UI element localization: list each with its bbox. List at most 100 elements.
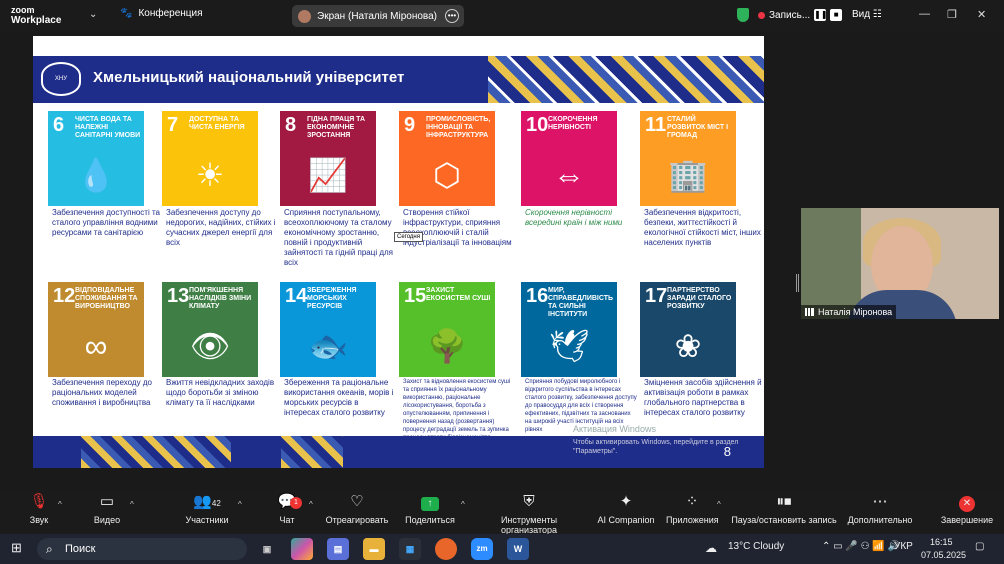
sdg-title: Чиста вода та належні санітарні умови xyxy=(75,116,141,139)
host-tools-button[interactable]: ⛨ Инструменты организатора xyxy=(472,490,586,535)
sdg-description-9: Створення стійкої інфраструктури, сприян… xyxy=(403,208,512,247)
sparkle-icon: ✦ xyxy=(619,493,633,510)
share-button[interactable]: ↑ Поделиться xyxy=(404,490,456,525)
react-button[interactable]: ♡ Отреагировать xyxy=(325,490,389,525)
apps-icon: ⁘ xyxy=(685,493,699,510)
sdg-number: 7 xyxy=(167,114,179,136)
sdg-tile-14: 14 Збереження морських ресурсів 🐟 xyxy=(280,282,376,377)
end-button[interactable]: ✕ Завершение xyxy=(940,490,994,525)
clock-time[interactable]: 16:15 xyxy=(930,537,953,547)
sdg-number: 12 xyxy=(53,285,76,307)
task-view-icon[interactable]: ▣ xyxy=(256,538,278,560)
pause-recording-button[interactable]: ❚❚ xyxy=(814,9,828,21)
chevron-up-icon[interactable]: ^ xyxy=(58,500,62,509)
participant-name-tag: Наталія Міронова xyxy=(801,305,897,319)
sdg-title: Сталий розвиток міст і громад xyxy=(667,116,729,139)
footer-pattern xyxy=(281,436,343,468)
people-icon: 👥42 xyxy=(193,493,221,510)
sdg-number: 17 xyxy=(645,285,668,307)
slide-header: ХНУ Хмельницький національний університе… xyxy=(33,36,764,106)
heart-icon: ♡ xyxy=(350,493,364,510)
sdg-tile-7: 7 Доступна та чиста енергія ☀ xyxy=(162,111,258,206)
sdg-tile-11: 11 Сталий розвиток міст і громад 🏢 xyxy=(640,111,736,206)
language-indicator[interactable]: УКР xyxy=(894,541,913,552)
university-logo: ХНУ xyxy=(41,62,81,96)
sdg-icon: 💧 xyxy=(76,157,116,193)
chevron-up-icon[interactable]: ^ xyxy=(717,500,721,509)
chevron-up-icon[interactable]: ^ xyxy=(309,500,313,509)
sdg-icon: 📈 xyxy=(308,157,348,193)
close-icon[interactable]: ✕ xyxy=(977,8,986,21)
restore-icon[interactable]: ❐ xyxy=(947,8,957,21)
firefox-icon[interactable] xyxy=(435,538,457,560)
notifications-icon[interactable]: ▢ xyxy=(975,541,984,552)
security-shield-icon[interactable] xyxy=(737,8,749,22)
zoom-taskbar-icon[interactable]: zm xyxy=(471,538,493,560)
sdg-tile-12: 12 Відповідальне споживання та виробництв… xyxy=(48,282,144,377)
sdg-tile-15: 15 Захист екосистем суші 🌳 xyxy=(399,282,495,377)
audio-button[interactable]: 🎙 Звук xyxy=(26,490,52,525)
sdg-icon: 🕊 xyxy=(548,328,590,364)
sdg-tile-9: 9 Промисловість, інновації та інфраструкт… xyxy=(399,111,495,206)
sdg-icon: ☀ xyxy=(195,157,225,193)
ai-companion-button[interactable]: ✦ AI Companion xyxy=(596,490,656,525)
weather-text[interactable]: 13°C Cloudy xyxy=(728,541,784,552)
sdg-title: Пом'якшення наслідків зміни клімату xyxy=(189,287,252,310)
sdg-title: Промисловість, інновації та інфраструкту… xyxy=(426,116,491,139)
sdg-description-17: Зміцнення засобів здійснення й активізац… xyxy=(644,378,762,417)
sdg-tile-16: 16 Мир, справедливість та сильні інститут… xyxy=(521,282,617,377)
sdg-icon: ⬡ xyxy=(433,157,461,193)
sdg-tile-13: 13 Пом'якшення наслідків зміни клімату 👁 xyxy=(162,282,258,377)
chevron-down-icon[interactable]: ⌄ xyxy=(89,9,97,20)
participants-button[interactable]: 👥42 Участники xyxy=(184,490,230,525)
minimize-icon[interactable]: — xyxy=(919,8,930,20)
stop-recording-button[interactable]: ■ xyxy=(830,9,843,21)
view-menu[interactable]: Вид ☷ xyxy=(852,9,882,20)
more-button[interactable]: ⋯ Дополнительно xyxy=(846,490,914,525)
share-screen-icon: ↑ xyxy=(421,497,439,511)
clock-date[interactable]: 07.05.2025 xyxy=(921,550,966,560)
sdg-title: Партнерство заради сталого розвитку xyxy=(667,287,732,310)
resize-handle[interactable] xyxy=(796,274,799,292)
sdg-icon: 👁 xyxy=(189,328,231,364)
search-input[interactable]: ⌕ Поиск xyxy=(37,538,247,560)
apps-button[interactable]: ⁘ Приложения xyxy=(666,490,719,525)
shared-slide: ХНУ Хмельницький національний університе… xyxy=(33,36,764,468)
signal-icon xyxy=(805,308,814,316)
shield-icon: ⛨ xyxy=(523,493,535,510)
sdg-title: Відповідальне споживання та виробництво xyxy=(75,287,138,310)
sdg-description-13: Вжиття невідкладних заходів щодо боротьб… xyxy=(166,378,275,407)
save-icon[interactable]: ▤ xyxy=(327,538,349,560)
tray-icons[interactable]: ⌃ ▭ 🎤 ⚇ 📶 🔊 xyxy=(822,541,900,552)
conference-menu[interactable]: 🐾 Конференция xyxy=(120,8,203,19)
sdg-description-15: Захист та відновлення екосистем суші та … xyxy=(403,379,511,441)
store-icon[interactable]: ▦ xyxy=(399,538,421,560)
end-call-icon: ✕ xyxy=(959,496,975,512)
windows-start-icon[interactable]: ⊞ xyxy=(11,540,22,556)
chevron-up-icon[interactable]: ^ xyxy=(238,500,242,509)
sdg-number: 8 xyxy=(285,114,297,136)
more-options-icon[interactable]: ••• xyxy=(445,9,459,23)
sdg-title: Скорочення нерівності xyxy=(548,116,598,131)
university-title: Хмельницький національний університет xyxy=(93,69,405,86)
paw-icon: 🐾 xyxy=(120,8,133,19)
video-button[interactable]: ▭ Видео xyxy=(92,490,122,525)
copilot-icon[interactable] xyxy=(291,538,313,560)
zoom-logo: zoom Workplace xyxy=(11,5,62,26)
chevron-up-icon[interactable]: ^ xyxy=(461,500,465,509)
sdg-number: 9 xyxy=(404,114,416,136)
participant-video[interactable]: Наталія Міронова xyxy=(801,208,999,319)
chat-badge: 1 xyxy=(290,497,302,509)
word-icon[interactable]: W xyxy=(507,538,529,560)
file-explorer-icon[interactable]: ▬ xyxy=(363,538,385,560)
sdg-tile-17: 17 Партнерство заради сталого розвитку ❀ xyxy=(640,282,736,377)
pause-stop-recording-button[interactable]: ⏸⏹ Пауза/остановить запись xyxy=(731,490,837,525)
sdg-number: 6 xyxy=(53,114,65,136)
screen-share-pill[interactable]: Экран (Наталія Міронова) ••• xyxy=(292,5,464,27)
sdg-title: Гідна праця та економічне зростання xyxy=(307,116,366,139)
cloud-icon: ☁ xyxy=(705,541,717,555)
decorative-pattern xyxy=(488,56,764,103)
chevron-up-icon[interactable]: ^ xyxy=(130,500,134,509)
windows-watermark-text: Чтобы активировать Windows, перейдите в … xyxy=(573,439,739,455)
sdg-icon: 🏢 xyxy=(668,157,708,193)
